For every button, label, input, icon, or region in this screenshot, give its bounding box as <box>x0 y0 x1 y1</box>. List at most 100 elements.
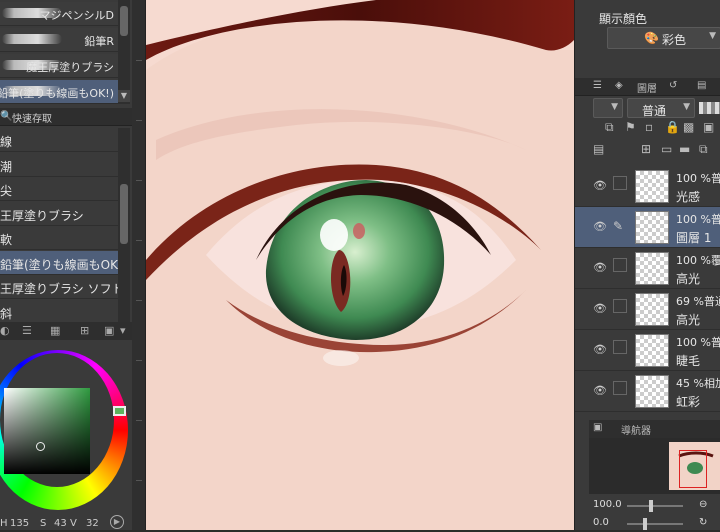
layer-lock-box[interactable] <box>613 299 627 313</box>
layer-thumbnail[interactable] <box>635 334 669 367</box>
brush-item[interactable]: マジペンシルD <box>0 2 118 26</box>
zoom-slider-track[interactable] <box>627 505 683 507</box>
display-color-title: 顯示顏色 <box>599 12 648 26</box>
layer-lock-box[interactable] <box>613 340 627 354</box>
quick-access-scrollbar[interactable] <box>118 128 130 322</box>
navigator-viewport-rect[interactable] <box>679 450 707 488</box>
layer-thumbnail[interactable] <box>635 293 669 326</box>
copy-layer-icon[interactable]: ⧉ <box>699 142 708 157</box>
new-folder-icon[interactable]: ▬ <box>679 142 690 156</box>
quick-access-item[interactable]: 王厚塗りブラシ <box>0 202 118 226</box>
brush-item[interactable]: 鉛筆R <box>0 28 118 52</box>
scrollbar-thumb[interactable] <box>120 184 128 244</box>
chevron-down-icon: ▼ <box>611 102 618 112</box>
brush-name: マジペンシルD <box>39 9 114 22</box>
history-tab-icon[interactable]: ↺ <box>669 80 677 91</box>
scrollbar-thumb[interactable] <box>120 6 128 36</box>
tab-layer[interactable]: 圖層 <box>637 80 657 95</box>
brush-item[interactable]: 魔王厚塗りブラシ <box>0 54 118 78</box>
layer-row[interactable]: 👁 69 %普通高光 <box>575 289 720 330</box>
layer-row[interactable]: 👁 100 %普 睫毛 <box>575 330 720 371</box>
blend-mode-value: 普通 <box>642 104 667 118</box>
layer-thumbnail[interactable] <box>635 170 669 203</box>
quick-access-item-label: 王厚塗りブラシ ソフト <box>0 282 118 296</box>
blend-mode-dropdown[interactable]: 普通 ▼ <box>627 98 695 118</box>
layer-palette-icon[interactable]: ▤ <box>593 142 604 156</box>
panel-menu-icon[interactable]: ▾ <box>120 324 126 337</box>
layer-name: 睫毛 <box>676 354 701 368</box>
rotate-slider-track[interactable] <box>627 523 683 525</box>
panel-menu-icon[interactable]: ☰ <box>593 80 602 91</box>
zoom-out-icon[interactable]: ⊖ <box>699 499 707 510</box>
color-slider-tab-icon[interactable]: ☰ <box>22 324 32 337</box>
lock-icon[interactable]: 🔒 <box>665 120 680 134</box>
rotate-slider-knob[interactable] <box>643 518 647 530</box>
saturation-value-square[interactable] <box>4 388 90 474</box>
navigator-tab[interactable]: ▣ 導航器 <box>589 420 720 438</box>
eye-icon[interactable]: 👁 <box>593 302 607 315</box>
quick-access-item[interactable]: 鉛筆(塗りも線画もOK!) <box>0 250 118 275</box>
hue-marker[interactable] <box>113 406 126 416</box>
quick-access-item-label: 潮 <box>0 159 13 174</box>
chevron-down-icon: ▼ <box>683 102 690 112</box>
layer-row[interactable]: 👁 45 %相加虹彩 <box>575 371 720 412</box>
color-history-tab-icon[interactable]: ▣ <box>104 324 114 337</box>
layer-name: 圖層 1 <box>676 231 712 245</box>
layer-name: 高光 <box>676 272 701 286</box>
color-wheel-tab-icon[interactable]: ◐ <box>0 324 10 337</box>
hue-value: 135 <box>10 518 30 529</box>
value-label: V <box>70 518 77 529</box>
opacity-slider[interactable] <box>699 102 720 114</box>
new-raster-layer-icon[interactable]: ⊞ <box>641 142 651 156</box>
quick-access-item[interactable]: 潮 <box>0 153 118 177</box>
rotate-value[interactable]: 0.0 <box>593 517 609 528</box>
scroll-down-icon[interactable]: ▼ <box>118 90 130 102</box>
eye-icon[interactable]: 👁 <box>593 343 607 356</box>
layer-row[interactable]: 👁 100 %普 光感 <box>575 166 720 207</box>
layer-opacity-mode: 69 %普通 <box>676 295 720 308</box>
layer-lock-box[interactable] <box>613 176 627 190</box>
rotate-reset-icon[interactable]: ↻ <box>699 517 707 528</box>
brush-name: 鉛筆R <box>84 35 114 48</box>
drawing-canvas[interactable] <box>146 0 574 530</box>
layer-lock-box[interactable] <box>613 258 627 272</box>
quick-access-item[interactable]: 線 <box>0 128 118 152</box>
eye-icon[interactable]: 👁 <box>593 261 607 274</box>
layer-thumbnail[interactable] <box>635 375 669 408</box>
reference-icon[interactable]: ⚑ <box>625 120 636 134</box>
brush-name: 色鉛筆(塗りも線画もOK!) <box>0 87 114 100</box>
draft-icon[interactable]: ▫ <box>645 120 653 134</box>
property-tab-icon[interactable]: ▤ <box>697 80 706 91</box>
layer-tab-icon[interactable]: ◈ <box>615 80 623 91</box>
quick-access-tab[interactable]: 🔍 快速存取 <box>0 108 132 126</box>
clip-icon[interactable]: ⧉ <box>605 120 614 135</box>
play-icon[interactable]: ▶ <box>110 515 124 529</box>
color-set-tab-icon[interactable]: ▦ <box>50 324 60 337</box>
eye-icon[interactable]: 👁 <box>593 179 607 192</box>
zoom-value[interactable]: 100.0 <box>593 499 622 510</box>
quick-access-item[interactable]: 斜 <box>0 300 118 324</box>
new-vector-layer-icon[interactable]: ▭ <box>661 142 672 156</box>
layer-row[interactable]: 👁 ✎ 100 %普 圖層 1 <box>575 207 720 248</box>
brush-list-scrollbar[interactable] <box>118 0 130 104</box>
color-mode-dropdown[interactable]: 🎨 彩色 ▼ <box>607 27 720 49</box>
layer-lock-box[interactable] <box>613 381 627 395</box>
layer-thumbnail[interactable] <box>635 211 669 244</box>
quick-access-item[interactable]: 王厚塗りブラシ ソフト <box>0 275 118 299</box>
intermediate-color-tab-icon[interactable]: ⊞ <box>80 324 89 337</box>
ruler-strip <box>132 0 146 530</box>
quick-access-item[interactable]: 尖 <box>0 177 118 201</box>
lock-transparent-icon[interactable]: ▩ <box>683 120 694 134</box>
layer-thumbnail[interactable] <box>635 252 669 285</box>
zoom-slider-knob[interactable] <box>649 500 653 512</box>
mask-icon[interactable]: ▣ <box>703 120 714 134</box>
layer-color-dropdown[interactable]: ▼ <box>593 98 623 118</box>
quick-access-item[interactable]: 軟 <box>0 226 118 250</box>
brush-item[interactable]: 色鉛筆(塗りも線画もOK!) <box>0 80 118 104</box>
layer-row[interactable]: 👁 100 %覆 高光 <box>575 248 720 289</box>
sv-marker[interactable] <box>36 442 45 451</box>
quick-access-item-label: 王厚塗りブラシ <box>0 208 84 223</box>
layer-panel-tabs: ☰ ◈ 圖層 ↺ ▤ <box>575 78 720 96</box>
eye-icon[interactable]: 👁 <box>593 384 607 397</box>
eye-icon[interactable]: 👁 <box>593 220 607 233</box>
